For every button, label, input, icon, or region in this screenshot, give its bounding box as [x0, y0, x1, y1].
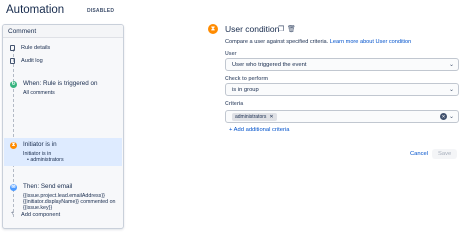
chevron-down-icon: ⌄	[448, 87, 454, 93]
check-label: Check to perform	[225, 76, 268, 82]
criteria-label: Criteria	[225, 101, 244, 107]
copy-icon[interactable]: ❐	[278, 25, 284, 33]
save-button[interactable]: Save	[432, 149, 458, 159]
trigger-icon: ↻	[10, 81, 17, 88]
action-line-3: {{issue.key}}	[23, 205, 53, 211]
editor-description: Compare a user against specified criteri…	[225, 39, 412, 45]
remove-chip-icon[interactable]: ✕	[269, 114, 273, 120]
status-badge: DISABLED	[87, 8, 115, 14]
learn-more-link[interactable]: Learn more about User condition	[330, 39, 411, 45]
condition-title: Initiator is in	[23, 141, 57, 148]
editor-title: User condition	[225, 24, 280, 34]
document-icon	[9, 45, 16, 52]
criteria-chip: administrators ✕	[232, 113, 277, 121]
check-select[interactable]: is in group ⌄	[225, 83, 459, 96]
trigger-detail: All comments	[23, 90, 55, 96]
criteria-select[interactable]: administrators ✕ ✕ ⌄	[225, 110, 459, 123]
add-criteria-link[interactable]: + Add additional criteria	[229, 127, 289, 133]
chevron-down-icon: ⌄	[448, 114, 454, 120]
condition-icon: ⧗	[10, 142, 17, 149]
cancel-button[interactable]: Cancel	[404, 149, 434, 159]
email-icon: ✉	[10, 184, 17, 191]
trigger-title: When: Rule is triggered on	[23, 80, 98, 87]
condition-detail-line2: • administrators	[27, 157, 64, 163]
trash-icon[interactable]: 🗑	[287, 25, 296, 33]
clear-icon[interactable]: ✕	[440, 113, 447, 120]
chevron-down-icon: ⌄	[448, 62, 454, 68]
user-label: User	[225, 51, 237, 57]
timeline-line	[13, 49, 14, 217]
plus-icon: +	[10, 211, 15, 217]
rule-sidebar: Comment Rule details Audit log ↻ When: R…	[2, 24, 124, 229]
condition-icon: ⧗	[208, 24, 218, 34]
user-select[interactable]: User who triggered the event ⌄	[225, 58, 459, 71]
sidebar-heading: Comment	[3, 25, 123, 38]
document-icon	[9, 58, 16, 65]
action-title: Then: Send email	[23, 183, 73, 190]
page-title: Automation	[6, 4, 65, 16]
